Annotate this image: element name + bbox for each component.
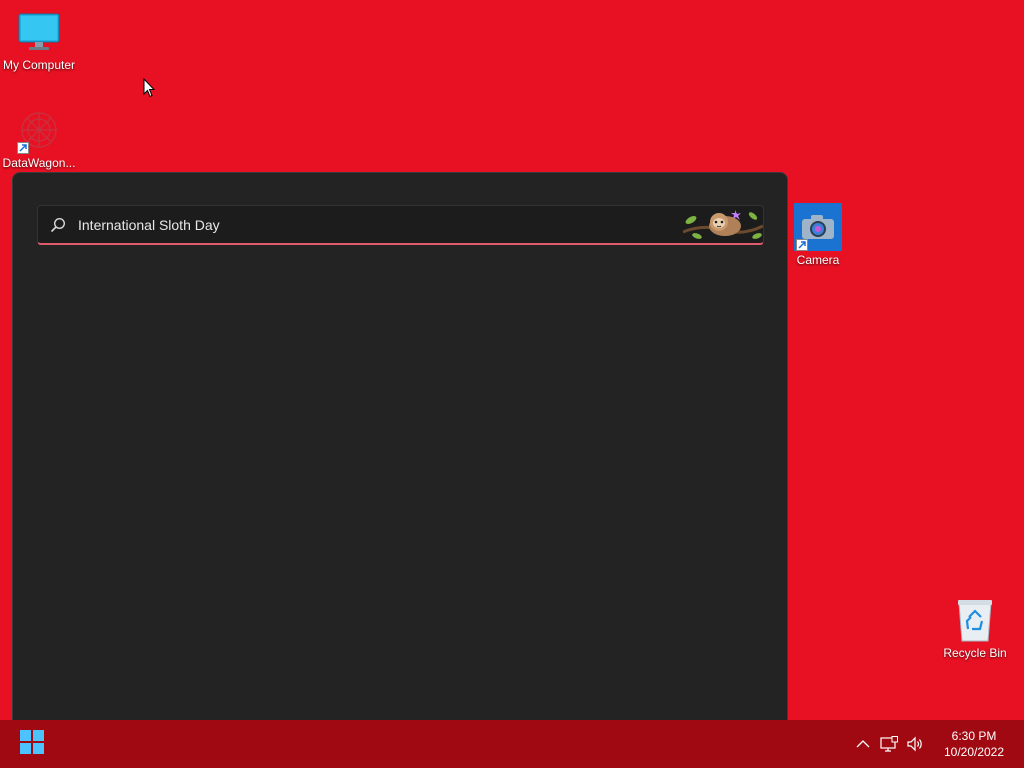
taskbar: 6:30 PM 10/20/2022 bbox=[0, 720, 1024, 768]
network-icon[interactable] bbox=[876, 728, 902, 760]
start-button[interactable] bbox=[12, 726, 52, 762]
mouse-cursor-icon bbox=[143, 77, 156, 103]
chevron-up-icon[interactable] bbox=[850, 728, 876, 760]
search-box[interactable] bbox=[37, 205, 764, 245]
sloth-illustration-icon bbox=[683, 206, 763, 243]
desktop-icon-label: My Computer bbox=[2, 58, 76, 72]
clock-time: 6:30 PM bbox=[951, 729, 997, 743]
datawagon-app-icon bbox=[15, 106, 63, 154]
shortcut-arrow-icon bbox=[17, 142, 29, 154]
desktop-icon-label: Recycle Bin bbox=[943, 646, 1007, 660]
speaker-icon[interactable] bbox=[902, 728, 928, 760]
windows-logo-icon bbox=[20, 729, 44, 759]
desktop-icon-datawagon[interactable]: DataWagon... bbox=[0, 106, 79, 170]
search-icon bbox=[38, 217, 78, 233]
desktop-icon-label: Camera bbox=[796, 253, 840, 267]
clock-date: 10/20/2022 bbox=[943, 745, 1005, 759]
desktop-icon-camera[interactable]: Camera bbox=[778, 203, 858, 267]
shortcut-arrow-icon bbox=[796, 239, 808, 251]
desktop-icon-recycle-bin[interactable]: Recycle Bin bbox=[935, 596, 1015, 660]
recycle-bin-icon bbox=[951, 596, 999, 644]
clock[interactable]: 6:30 PM 10/20/2022 bbox=[934, 728, 1014, 760]
camera-icon bbox=[794, 203, 842, 251]
desktop-icon-my-computer[interactable]: My Computer bbox=[0, 8, 79, 72]
desktop-icon-label: DataWagon... bbox=[2, 156, 76, 170]
monitor-icon bbox=[15, 8, 63, 56]
search-input[interactable] bbox=[78, 206, 683, 243]
system-tray: 6:30 PM 10/20/2022 bbox=[850, 720, 1024, 768]
search-panel bbox=[12, 172, 788, 732]
